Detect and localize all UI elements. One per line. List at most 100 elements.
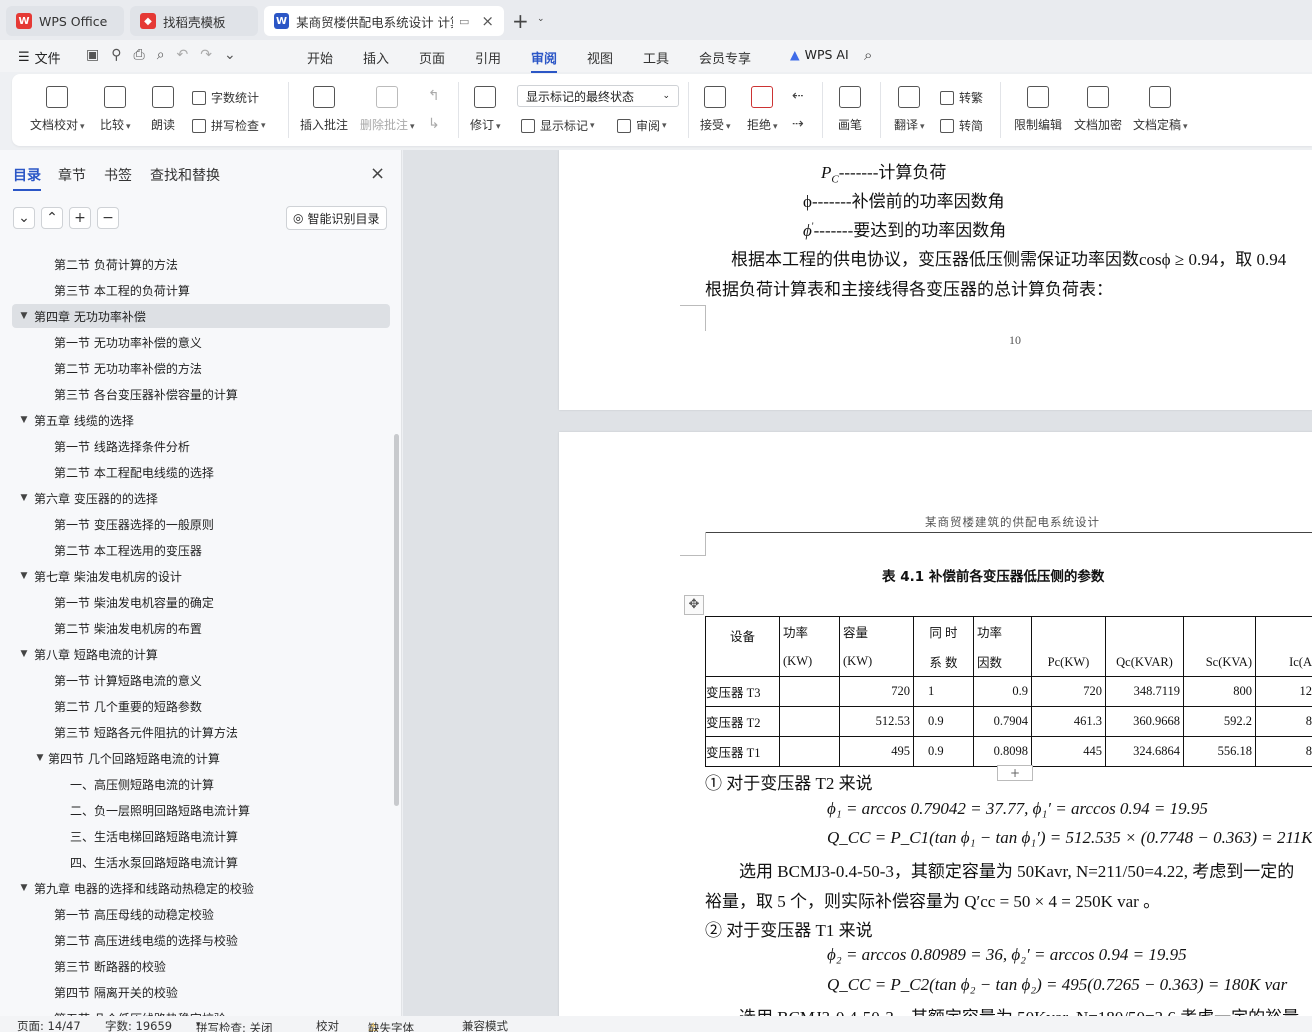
- expand-triangle-icon[interactable]: ▼: [32, 753, 48, 763]
- save-icon[interactable]: ▣: [86, 47, 111, 63]
- toc-item[interactable]: 第一节 柴油发电机容量的确定: [48, 590, 214, 614]
- toc-item[interactable]: ▼ 第九章 电器的选择和线路动热稳定的校验: [16, 876, 254, 900]
- expand-triangle-icon[interactable]: ▼: [16, 649, 32, 659]
- toc-item[interactable]: 第二节 几个重要的短路参数: [48, 694, 202, 718]
- reject-button[interactable]: 拒绝 ▾: [747, 86, 778, 133]
- print-icon[interactable]: ⎙: [134, 47, 157, 63]
- proofread-indicator[interactable]: 校对: [316, 1018, 339, 1032]
- nav-tab-bookmarks[interactable]: 书签: [104, 165, 132, 185]
- close-tab-icon[interactable]: ×: [481, 12, 494, 30]
- more-chevron-icon[interactable]: ⌄: [224, 47, 248, 63]
- menu-insert[interactable]: 插入: [363, 48, 389, 67]
- previous-change-icon[interactable]: ⇠: [792, 88, 804, 104]
- to-traditional-button[interactable]: 转繁: [940, 89, 983, 106]
- nav-scrollbar[interactable]: [394, 434, 399, 806]
- finalize-document-button[interactable]: 文档定稿 ▾: [1133, 86, 1188, 133]
- toc-item[interactable]: 第一节 计算短路电流的意义: [48, 668, 202, 692]
- expand-triangle-icon[interactable]: ▼: [16, 415, 32, 425]
- nav-tab-sections[interactable]: 章节: [58, 165, 86, 185]
- page-indicator[interactable]: 页面: 14/47: [17, 1018, 81, 1032]
- delete-comment-button[interactable]: 删除批注 ▾: [360, 86, 415, 133]
- toc-item[interactable]: 第一节 线路选择条件分析: [48, 434, 190, 458]
- expand-triangle-icon[interactable]: ▼: [16, 493, 32, 503]
- toc-item[interactable]: 第二节 负荷计算的方法: [48, 252, 178, 276]
- toc-item[interactable]: ▼ 第五章 线缆的选择: [16, 408, 134, 432]
- menu-page[interactable]: 页面: [419, 48, 445, 67]
- toc-item[interactable]: ▼ 第七章 柴油发电机房的设计: [16, 564, 182, 588]
- expand-triangle-icon[interactable]: ▼: [16, 883, 32, 893]
- expand-triangle-icon[interactable]: ▼: [16, 571, 32, 581]
- monitor-icon[interactable]: ▭: [459, 15, 469, 28]
- table-move-handle-icon[interactable]: ✥: [684, 595, 704, 615]
- tab-docer-template[interactable]: ◆ 找稻壳模板: [130, 6, 258, 36]
- toc-item[interactable]: ▼ 第四章 无功功率补偿: [12, 304, 390, 328]
- tab-wps-office[interactable]: W WPS Office: [6, 6, 124, 36]
- toc-item[interactable]: 第三节 各台变压器补偿容量的计算: [48, 382, 238, 406]
- file-menu[interactable]: ☰ 文件: [18, 48, 61, 67]
- wps-ai-button[interactable]: ▲ WPS AI: [790, 47, 849, 62]
- tab-list-chevron-icon[interactable]: ⌄: [537, 14, 545, 24]
- to-simplified-button[interactable]: 转简: [940, 117, 983, 134]
- encrypt-document-button[interactable]: 文档加密: [1074, 86, 1122, 133]
- search-icon[interactable]: ⌕: [864, 46, 872, 64]
- menu-home[interactable]: 开始: [307, 48, 333, 67]
- accept-button[interactable]: 接受 ▾: [700, 86, 731, 133]
- read-aloud-button[interactable]: 朗读: [151, 86, 175, 133]
- print-preview-icon[interactable]: ⌕: [157, 47, 177, 63]
- toc-item[interactable]: 第三节 短路各元件阻抗的计算方法: [48, 720, 238, 744]
- next-change-icon[interactable]: ⇢: [792, 116, 804, 132]
- toc-item[interactable]: 四、生活水泵回路短路电流计算: [64, 850, 238, 874]
- add-heading-icon[interactable]: +: [69, 207, 91, 229]
- menu-member[interactable]: 会员专享: [699, 48, 751, 67]
- menu-references[interactable]: 引用: [475, 48, 501, 67]
- new-tab-icon[interactable]: +: [512, 9, 529, 33]
- track-changes-button[interactable]: 修订 ▾: [470, 86, 501, 133]
- review-pane-button[interactable]: 审阅 ▾: [617, 117, 667, 134]
- toc-item[interactable]: 三、生活电梯回路短路电流计算: [64, 824, 238, 848]
- toc-item[interactable]: ▼ 第四节 几个回路短路电流的计算: [32, 746, 220, 770]
- menu-review[interactable]: 审阅: [531, 48, 558, 73]
- proofread-button[interactable]: 文档校对 ▾: [30, 86, 85, 133]
- collapse-down-icon[interactable]: ⌄: [13, 207, 35, 229]
- remove-heading-icon[interactable]: −: [97, 207, 119, 229]
- word-count-button[interactable]: 字数统计: [192, 89, 259, 106]
- toc-item[interactable]: 第一节 无功功率补偿的意义: [48, 330, 202, 354]
- toc-item[interactable]: 二、负一层照明回路短路电流计算: [64, 798, 250, 822]
- spell-check-button[interactable]: 拼写检查 ▾: [192, 117, 266, 134]
- pen-button[interactable]: 画笔: [838, 86, 862, 133]
- toc-item[interactable]: 第二节 柴油发电机房的布置: [48, 616, 202, 640]
- share-icon[interactable]: ⚲: [111, 47, 133, 63]
- toc-item[interactable]: 第三节 本工程的负荷计算: [48, 278, 190, 302]
- restrict-editing-button[interactable]: 限制编辑: [1014, 86, 1062, 133]
- toc-item[interactable]: 第四节 隔离开关的校验: [48, 980, 178, 1004]
- show-markup-button[interactable]: 显示标记 ▾: [521, 117, 595, 134]
- toc-item[interactable]: ▼ 第八章 短路电流的计算: [16, 642, 158, 666]
- collapse-up-icon[interactable]: ⌃: [41, 207, 63, 229]
- expand-triangle-icon[interactable]: ▼: [16, 311, 32, 321]
- add-row-icon[interactable]: +: [997, 765, 1033, 781]
- toc-item[interactable]: ▼ 第六章 变压器的的选择: [16, 486, 158, 510]
- redo-icon[interactable]: ↷: [200, 47, 224, 63]
- translate-button[interactable]: 翻译 ▾: [894, 86, 925, 133]
- toc-item[interactable]: 第一节 高压母线的动稳定校验: [48, 902, 214, 926]
- insert-comment-button[interactable]: 插入批注: [300, 86, 348, 133]
- compare-button[interactable]: 比较 ▾: [100, 86, 131, 133]
- toc-item[interactable]: 第二节 本工程配电线缆的选择: [48, 460, 214, 484]
- toc-item[interactable]: 第二节 本工程选用的变压器: [48, 538, 202, 562]
- markup-state-select[interactable]: 显示标记的最终状态 ⌄: [517, 85, 679, 107]
- smart-toc-button[interactable]: ◎ 智能识别目录: [286, 206, 387, 230]
- close-pane-icon[interactable]: ×: [370, 163, 385, 184]
- toc-item[interactable]: 第二节 无功功率补偿的方法: [48, 356, 202, 380]
- menu-view[interactable]: 视图: [587, 48, 613, 67]
- undo-icon[interactable]: ↶: [177, 47, 201, 63]
- toc-item[interactable]: 一、高压侧短路电流的计算: [64, 772, 214, 796]
- previous-comment-icon[interactable]: ↰: [428, 88, 440, 104]
- toc-item[interactable]: 第一节 变压器选择的一般原则: [48, 512, 214, 536]
- next-comment-icon[interactable]: ↳: [428, 116, 440, 132]
- toc-item[interactable]: 第三节 断路器的校验: [48, 954, 166, 978]
- word-count-indicator[interactable]: 字数: 19659: [105, 1018, 172, 1032]
- tab-current-document[interactable]: W 某商贸楼供配电系统设计 计算 ▭ ×: [264, 6, 504, 36]
- nav-tab-toc[interactable]: 目录: [13, 165, 41, 191]
- menu-tools[interactable]: 工具: [643, 48, 669, 67]
- toc-item[interactable]: 第二节 高压进线电缆的选择与校验: [48, 928, 238, 952]
